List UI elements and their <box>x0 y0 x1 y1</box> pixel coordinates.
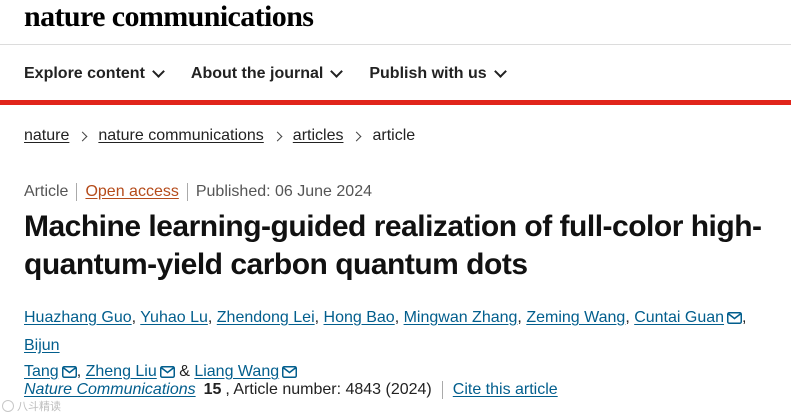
author-separator: , <box>517 309 527 326</box>
breadcrumb-nature-communications[interactable]: nature communications <box>98 127 263 145</box>
author-link[interactable]: Bijun <box>24 337 60 354</box>
mail-icon[interactable] <box>727 307 743 333</box>
chevron-right-icon <box>272 131 283 141</box>
chevron-right-icon <box>77 131 88 141</box>
nav-explore-content-label: Explore content <box>24 65 145 82</box>
breadcrumb-articles[interactable]: articles <box>293 127 344 145</box>
cite-this-article-link[interactable]: Cite this article <box>453 381 558 399</box>
author-link[interactable]: Huazhang Guo <box>24 309 132 326</box>
volume-number: 15 <box>203 381 222 398</box>
watermark-text: 八斗精读 <box>17 401 61 413</box>
article-title-line-1: Machine learning-guided realization of f… <box>24 210 762 243</box>
author-separator: , <box>394 309 404 326</box>
author-link[interactable]: Tang <box>24 363 59 380</box>
author-separator: , <box>314 309 324 326</box>
author-separator: , <box>625 309 635 326</box>
author-separator: , <box>207 309 217 326</box>
meta-divider <box>186 183 188 201</box>
article-number: , Article number: 4843 (2024) <box>225 381 432 398</box>
article-meta: Article Open access Published: 06 June 2… <box>24 183 372 201</box>
citation-line: Nature Communications 15 , Article numbe… <box>24 381 558 399</box>
author-separator: , <box>76 363 86 380</box>
breadcrumb-nature[interactable]: nature <box>24 127 69 145</box>
watermark: 八斗精读 <box>2 398 61 414</box>
breadcrumb-current: article <box>372 127 416 144</box>
author-link[interactable]: Cuntai Guan <box>634 309 724 326</box>
accent-bar <box>0 100 791 105</box>
journal-link[interactable]: Nature Communications <box>24 381 196 399</box>
article-title-line-2: quantum-yield carbon quantum dots <box>24 248 528 281</box>
author-link[interactable]: Yuhao Lu <box>140 309 208 326</box>
author-link[interactable]: Hong Bao <box>324 309 395 326</box>
author-link[interactable]: Zeming Wang <box>526 309 625 326</box>
chevron-down-icon <box>152 65 165 78</box>
author-ampersand: & <box>174 363 195 380</box>
article-type: Article <box>24 183 69 200</box>
nav-about-journal[interactable]: About the journal <box>190 65 344 83</box>
main-nav: Explore content About the journal Publis… <box>24 58 507 90</box>
author-separator: , <box>742 309 747 326</box>
breadcrumb: nature nature communications articles ar… <box>24 127 415 145</box>
nav-publish-with-us[interactable]: Publish with us <box>369 65 507 83</box>
author-link[interactable]: Zhendong Lei <box>217 309 315 326</box>
chevron-down-icon <box>493 65 507 78</box>
author-link[interactable]: Zheng Liu <box>86 363 157 380</box>
nav-divider <box>0 44 791 45</box>
chevron-right-icon <box>352 131 362 141</box>
nav-publish-with-us-label: Publish with us <box>369 65 487 82</box>
nav-explore-content[interactable]: Explore content <box>24 65 165 83</box>
author-separator: , <box>131 309 141 326</box>
site-brand-logo[interactable]: nature communications <box>24 0 314 34</box>
citation-divider <box>441 381 443 399</box>
watermark-logo-icon <box>2 400 14 412</box>
chevron-down-icon <box>330 65 344 78</box>
published-date: Published: 06 June 2024 <box>195 183 372 200</box>
nav-about-journal-label: About the journal <box>190 65 324 82</box>
article-title: Machine learning-guided realization of f… <box>24 208 774 284</box>
author-link[interactable]: Mingwan Zhang <box>404 309 518 326</box>
author-link[interactable]: Liang Wang <box>194 363 279 380</box>
meta-divider <box>76 183 78 201</box>
author-list: Huazhang Guo, Yuhao Lu, Zhendong Lei, Ho… <box>24 305 784 387</box>
open-access-link[interactable]: Open access <box>85 183 178 201</box>
